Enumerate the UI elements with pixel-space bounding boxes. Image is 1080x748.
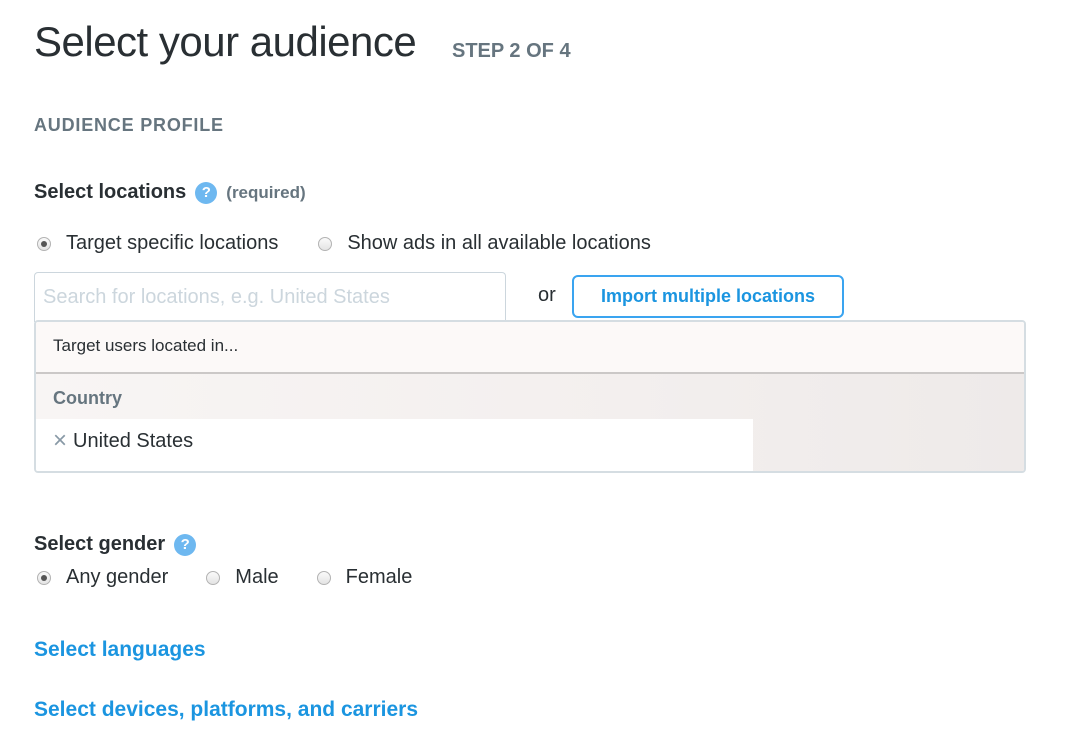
country-list: × United States [36, 419, 753, 471]
close-icon[interactable]: × [53, 429, 67, 453]
gender-field-label: Select gender ? [34, 533, 197, 556]
radio-unchecked-icon[interactable] [318, 236, 333, 251]
radio-all-locations[interactable]: Show ads in all available locations [318, 232, 651, 255]
radio-label: Female [345, 566, 413, 588]
radio-male[interactable]: Male [206, 566, 279, 589]
locations-field-label: Select locations ? (required) [34, 181, 306, 204]
step-indicator: STEP 2 OF 4 [452, 40, 571, 62]
radio-checked-icon[interactable] [37, 236, 51, 251]
select-languages-link[interactable]: Select languages [34, 638, 206, 662]
import-multiple-locations-button[interactable]: Import multiple locations [572, 275, 844, 318]
location-search-input[interactable] [34, 272, 506, 322]
page-title: Select your audience [34, 18, 417, 65]
radio-label: Show ads in all available locations [347, 232, 651, 254]
radio-unchecked-icon[interactable] [316, 570, 331, 585]
gender-radio-group: Any gender Male Female [37, 566, 412, 589]
required-indicator: (required) [226, 182, 306, 202]
radio-any-gender[interactable]: Any gender [37, 566, 168, 589]
section-heading: AUDIENCE PROFILE [34, 115, 224, 135]
country-name: United States [73, 429, 194, 452]
panel-body: Country × United States [36, 374, 1024, 471]
radio-label: Target specific locations [66, 232, 279, 254]
panel-header: Target users located in... [36, 322, 1024, 374]
radio-unchecked-icon[interactable] [206, 570, 221, 585]
radio-label: Any gender [66, 566, 169, 588]
list-item: × United States [53, 429, 193, 453]
radio-female[interactable]: Female [316, 566, 413, 589]
locations-label-text: Select locations [34, 181, 187, 203]
radio-checked-icon[interactable] [37, 570, 51, 585]
help-icon[interactable]: ? [174, 533, 197, 556]
select-devices-link[interactable]: Select devices, platforms, and carriers [34, 698, 418, 722]
radio-target-specific-locations[interactable]: Target specific locations [37, 232, 278, 255]
gender-label-text: Select gender [34, 533, 166, 555]
help-icon[interactable]: ? [195, 181, 218, 204]
or-separator: or [538, 284, 556, 306]
radio-label: Male [235, 566, 279, 588]
location-mode-radio-group: Target specific locations Show ads in al… [37, 232, 651, 255]
country-group-heading: Country [53, 388, 122, 408]
selected-locations-panel: Target users located in... Country × Uni… [34, 320, 1026, 473]
